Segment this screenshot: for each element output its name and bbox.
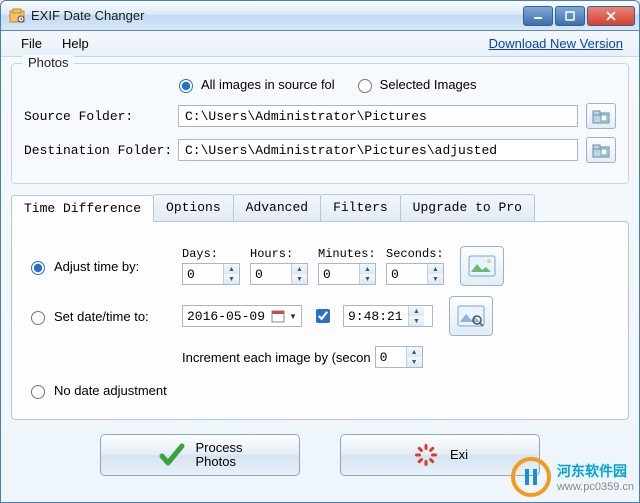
tab-options[interactable]: Options (153, 194, 234, 221)
exit-button[interactable]: Exi (340, 434, 540, 476)
radio-all-images[interactable]: All images in source fol (174, 76, 335, 93)
up-arrow-icon[interactable]: ▲ (224, 264, 239, 274)
tab-time-difference[interactable]: Time Difference (11, 195, 154, 222)
radio-adjust-time-input[interactable] (31, 261, 45, 275)
up-arrow-icon[interactable]: ▲ (428, 264, 443, 274)
up-arrow-icon[interactable]: ▲ (407, 347, 422, 357)
increment-input[interactable] (376, 347, 406, 367)
tab-upgrade[interactable]: Upgrade to Pro (400, 194, 535, 221)
preview-setdate-button[interactable] (449, 296, 493, 336)
down-arrow-icon[interactable]: ▼ (428, 274, 443, 284)
minutes-input[interactable] (319, 264, 359, 284)
window-title: EXIF Date Changer (31, 8, 523, 23)
seconds-spinner[interactable]: ▲▼ (386, 263, 444, 285)
menu-help[interactable]: Help (52, 32, 99, 55)
hours-header: Hours: (250, 247, 308, 261)
process-button-label: Process Photos (196, 441, 243, 470)
down-arrow-icon[interactable]: ▼ (407, 357, 422, 367)
adjust-time-label: Adjust time by: (54, 259, 139, 274)
checkmark-icon (158, 441, 186, 469)
radio-selected-images-input[interactable] (358, 79, 372, 93)
down-arrow-icon[interactable]: ▼ (292, 274, 307, 284)
folder-icon (592, 142, 610, 158)
hours-spinner[interactable]: ▲▼ (250, 263, 308, 285)
minimize-button[interactable] (523, 6, 553, 26)
browse-source-button[interactable] (586, 103, 616, 129)
up-arrow-icon[interactable]: ▲ (360, 264, 375, 274)
no-adjust-label: No date adjustment (54, 383, 167, 398)
titlebar: EXIF Date Changer (1, 1, 639, 31)
date-value: 2016-05-09 (187, 309, 265, 324)
minutes-header: Minutes: (318, 247, 376, 261)
source-folder-input[interactable] (178, 105, 578, 127)
loading-icon (412, 441, 440, 469)
calendar-icon[interactable] (271, 309, 285, 323)
tab-body-time-difference: Adjust time by: Days: ▲▼ Hours: (11, 221, 629, 420)
dest-folder-label: Destination Folder: (24, 143, 178, 158)
browse-dest-button[interactable] (586, 137, 616, 163)
tab-advanced[interactable]: Advanced (233, 194, 321, 221)
maximize-button[interactable] (555, 6, 585, 26)
menu-file[interactable]: File (11, 32, 52, 55)
photo-icon (468, 255, 496, 277)
photo-search-icon (457, 305, 485, 327)
dest-folder-input[interactable] (178, 139, 578, 161)
exit-button-label: Exi (450, 448, 468, 462)
process-photos-button[interactable]: Process Photos (100, 434, 300, 476)
increment-label: Increment each image by (secon (182, 350, 371, 365)
radio-set-datetime[interactable]: Set date/time to: (26, 308, 182, 325)
radio-no-adjust[interactable]: No date adjustment (26, 382, 167, 399)
tab-strip: Time Difference Options Advanced Filters… (11, 194, 629, 221)
app-icon (9, 8, 25, 24)
radio-set-datetime-input[interactable] (31, 311, 45, 325)
source-folder-label: Source Folder: (24, 109, 178, 124)
down-arrow-icon[interactable]: ▼ (224, 274, 239, 284)
minutes-spinner[interactable]: ▲▼ (318, 263, 376, 285)
hours-input[interactable] (251, 264, 291, 284)
down-arrow-icon[interactable]: ▼ (360, 274, 375, 284)
folder-icon (592, 108, 610, 124)
download-new-version-link[interactable]: Download New Version (489, 36, 629, 51)
set-datetime-label: Set date/time to: (54, 309, 149, 324)
days-input[interactable] (183, 264, 223, 284)
increment-spinner[interactable]: ▲▼ (375, 346, 423, 368)
radio-adjust-time[interactable]: Adjust time by: (26, 258, 182, 275)
seconds-header: Seconds: (386, 247, 444, 261)
radio-all-images-input[interactable] (179, 79, 193, 93)
up-arrow-icon[interactable]: ▲ (409, 306, 424, 316)
dropdown-icon[interactable]: ▼ (289, 312, 297, 321)
close-button[interactable] (587, 6, 635, 26)
radio-all-images-label: All images in source fol (201, 77, 335, 92)
radio-selected-images[interactable]: Selected Images (353, 76, 477, 93)
time-spinner[interactable]: ▲▼ (343, 305, 433, 327)
menubar: File Help Download New Version (1, 31, 639, 57)
days-spinner[interactable]: ▲▼ (182, 263, 240, 285)
days-header: Days: (182, 247, 240, 261)
radio-no-adjust-input[interactable] (31, 385, 45, 399)
radio-selected-images-label: Selected Images (380, 77, 477, 92)
down-arrow-icon[interactable]: ▼ (409, 316, 424, 326)
time-enable-check[interactable] (312, 306, 333, 326)
photos-group: Photos All images in source fol Selected… (11, 63, 629, 184)
photos-legend: Photos (22, 55, 74, 70)
preview-adjust-button[interactable] (460, 246, 504, 286)
up-arrow-icon[interactable]: ▲ (292, 264, 307, 274)
time-enable-checkbox[interactable] (316, 309, 330, 323)
date-picker[interactable]: 2016-05-09 ▼ (182, 305, 302, 327)
tab-filters[interactable]: Filters (320, 194, 401, 221)
time-input[interactable] (344, 306, 408, 326)
seconds-input[interactable] (387, 264, 427, 284)
